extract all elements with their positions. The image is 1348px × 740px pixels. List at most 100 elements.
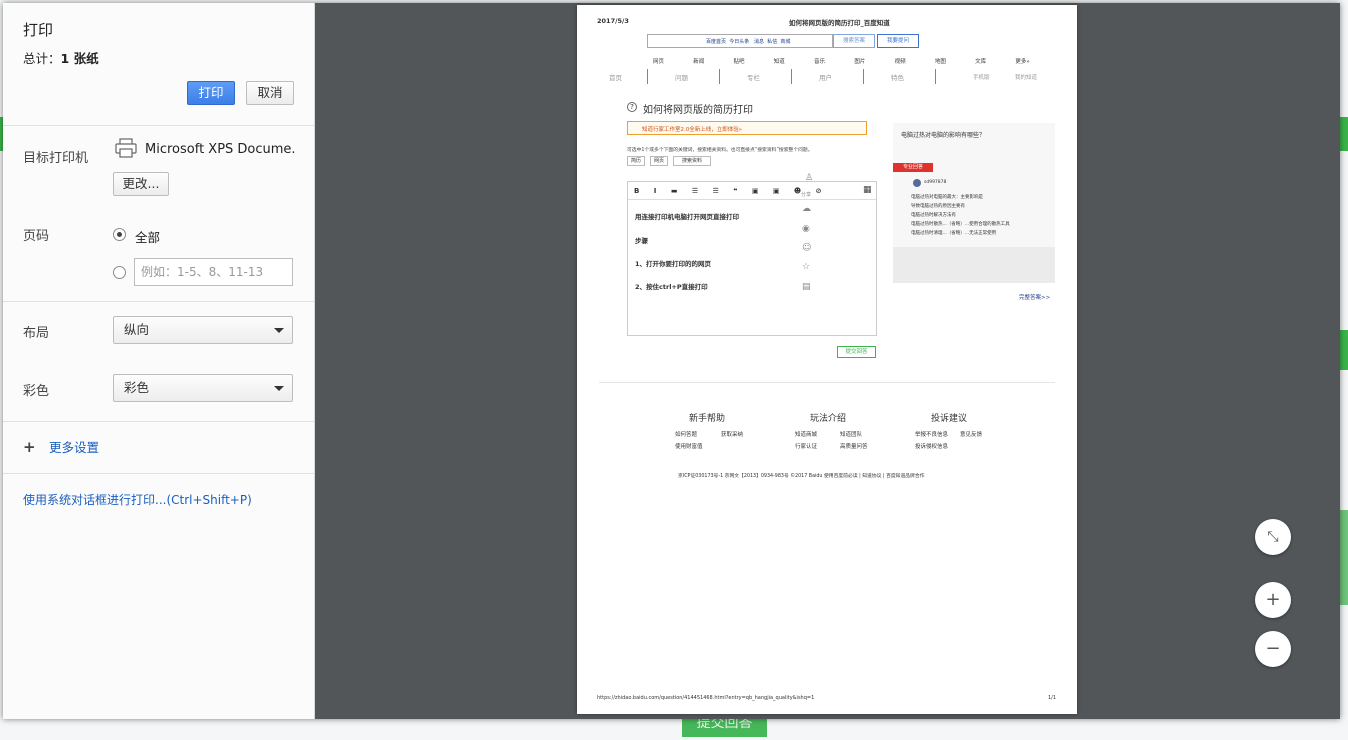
divider — [3, 125, 315, 126]
preview-related-line: 导致电脑过热的原因主要有 — [911, 204, 965, 209]
preview-share-label: 分享 — [801, 192, 812, 198]
layout-select[interactable]: 纵向 — [113, 316, 293, 344]
layout-label: 布局 — [23, 326, 50, 341]
preview-related-badge: 专业回答 — [893, 163, 933, 172]
color-select[interactable]: 彩色 — [113, 374, 293, 402]
printer-icon — [115, 138, 137, 158]
bg-green-strip-right2 — [1340, 330, 1348, 370]
preview-page-number: 1/1 — [1048, 695, 1057, 701]
preview-tab-sep — [647, 69, 648, 84]
preview-nav: 网页 新闻 贴吧 知道 音乐 图片 视频 地图 文库 更多» — [653, 59, 1030, 65]
preview-footer-link: 如何答题 — [675, 432, 698, 438]
preview-keyword: 简历 — [627, 156, 645, 166]
preview-copyright: 京ICP证030173号-1 京网文【2013】0934-983号 ©2017 … — [678, 474, 925, 479]
preview-url: https://zhidao.baidu.com/question/414451… — [597, 695, 815, 701]
preview-related-line: 电脑过热时散热...（省略）...使用合理的散热工具 — [911, 222, 1010, 227]
preview-page: 2017/5/3 如何将网页版的简历打印_百度知道 百度首页 今日头条 消息 私… — [577, 5, 1077, 714]
preview-editor-line: 1、打开你要打印的的网页 — [635, 260, 712, 268]
preview-tab: 我的知道 — [1015, 75, 1038, 81]
preview-tab: 用户 — [819, 74, 832, 82]
preview-date: 2017/5/3 — [597, 17, 629, 25]
chevron-down-icon — [274, 386, 284, 391]
preview-search-answer-btn: 搜索答案 — [833, 34, 875, 48]
minus-icon: − — [1265, 638, 1281, 659]
preview-hint: 可选中1个或多个下面的关键词，搜索相关资料。也可直接点“搜索资料”搜索整个问题。 — [627, 148, 813, 153]
preview-related-title: 电脑过热对电脑的影响有哪些？ — [901, 132, 986, 139]
print-settings-sidebar: 打印 总计：1 张纸 打印 取消 目标打印机 Microsoft XPS Doc… — [3, 3, 315, 719]
pages-all-radio[interactable] — [113, 228, 126, 241]
preview-footer-link: 举报不良信息 — [915, 432, 949, 438]
preview-top-links: 百度首页 今日头条 消息 私信 商城 — [706, 39, 791, 45]
preview-question-title: 如何将网页版的简历打印 — [643, 105, 753, 116]
preview-footer-link: 投诉侵权信息 — [915, 444, 949, 450]
grid-icon: ▦ — [863, 185, 872, 195]
printer-name: Microsoft XPS Docume... — [145, 142, 295, 157]
preview-related-panel: 电脑过热对电脑的影响有哪些？ 专业回答 sd997878 电脑过热对电脑的最大：… — [893, 123, 1055, 283]
preview-related-line: 电脑过热时解决方法有 — [911, 213, 956, 218]
print-dialog: 打印 总计：1 张纸 打印 取消 目标打印机 Microsoft XPS Doc… — [3, 3, 1340, 719]
preview-keyword: 网页 — [650, 156, 668, 166]
preview-footer-link: 知道商城 — [795, 432, 818, 438]
preview-tab: 手机版 — [973, 75, 990, 81]
pages-custom-radio[interactable] — [113, 266, 126, 279]
destination-label: 目标打印机 — [23, 151, 89, 166]
preview-footer-link: 意见反馈 — [960, 432, 983, 438]
avatar — [913, 179, 921, 187]
preview-editor-toolbar: B I ▬ ☰ ☰ ❝ ▣ ▣ ☻ ⊘ — [628, 182, 876, 200]
preview-page-title: 如何将网页版的简历打印_百度知道 — [789, 19, 890, 27]
preview-editor-line: 用连接打印机电脑打开网页直接打印 — [635, 213, 739, 221]
weibo-icon: ◉ — [802, 224, 810, 234]
preview-tab: 问题 — [675, 74, 688, 82]
system-dialog-link[interactable]: 使用系统对话框进行打印...(Ctrl+Shift+P) — [23, 491, 252, 508]
qq-icon: ☺ — [802, 243, 812, 253]
sheet-total: 总计：1 张纸 — [23, 51, 99, 66]
pages-all-label: 全部 — [135, 230, 161, 245]
preview-editor: B I ▬ ☰ ☰ ❝ ▣ ▣ ☻ ⊘ 用连接打印机电脑打开网页直接打印 步骤 … — [627, 181, 877, 336]
preview-footer-title: 玩法介绍 — [810, 414, 847, 424]
bg-green-strip-right3 — [1340, 510, 1348, 605]
pages-custom-input[interactable] — [134, 258, 293, 286]
pages-label: 页码 — [23, 229, 50, 244]
print-preview-area[interactable]: 2017/5/3 如何将网页版的简历打印_百度知道 百度首页 今日头条 消息 私… — [315, 3, 1340, 719]
preview-tab-sep — [935, 69, 936, 84]
star-icon: ☆ — [802, 262, 811, 272]
preview-tab-sep — [791, 69, 792, 84]
preview-tab: 首页 — [609, 74, 622, 82]
preview-footer-link: 高质量问答 — [840, 444, 868, 450]
preview-divider — [599, 382, 1055, 383]
wechat-icon: ☁ — [802, 204, 811, 214]
zoom-in-button[interactable]: + — [1255, 582, 1291, 618]
preview-keyword: 搜索资料 — [673, 156, 711, 166]
preview-tab-sep — [719, 69, 720, 84]
question-icon: ? — [627, 102, 637, 112]
preview-footer-link: 获取采纳 — [721, 432, 744, 438]
more-settings-link[interactable]: + 更多设置 — [23, 437, 99, 456]
divider — [3, 301, 315, 302]
cancel-button[interactable]: 取消 — [246, 81, 294, 105]
preview-related-user: sd997878 — [924, 180, 947, 185]
plus-icon: + — [23, 438, 36, 456]
preview-full-answer: 完整答案>> — [1019, 295, 1051, 301]
divider — [3, 421, 315, 422]
preview-footer-title: 新手帮助 — [689, 414, 726, 424]
preview-related-footer — [893, 247, 1055, 283]
zoom-out-button[interactable]: − — [1255, 631, 1291, 667]
preview-related-line: 电脑过热时清理...（省略）...无法正常使用 — [911, 231, 997, 236]
user-icon: ♙ — [804, 173, 814, 183]
preview-submit-btn: 提交回答 — [837, 346, 876, 358]
dialog-title: 打印 — [23, 21, 54, 39]
plus-icon: + — [1265, 589, 1281, 610]
preview-tab-sep — [863, 69, 864, 84]
preview-editor-line: 步骤 — [635, 237, 648, 245]
preview-tab: 特色 — [891, 74, 904, 82]
change-printer-button[interactable]: 更改... — [113, 172, 169, 196]
shrink-icon: ⤡ — [1267, 529, 1279, 545]
preview-search-box: 百度首页 今日头条 消息 私信 商城 — [647, 34, 833, 48]
preview-notice: 知道行家工作室2.0全新上线，立即体验» — [627, 121, 867, 135]
preview-related-line: 电脑过热对电脑的最大：主要影响是 — [911, 195, 983, 200]
print-button[interactable]: 打印 — [187, 81, 235, 105]
color-label: 彩色 — [23, 384, 50, 399]
fit-to-page-button[interactable]: ⤡ — [1255, 519, 1291, 555]
preview-footer-link: 行家认证 — [795, 444, 818, 450]
preview-footer-title: 投诉建议 — [931, 414, 968, 424]
